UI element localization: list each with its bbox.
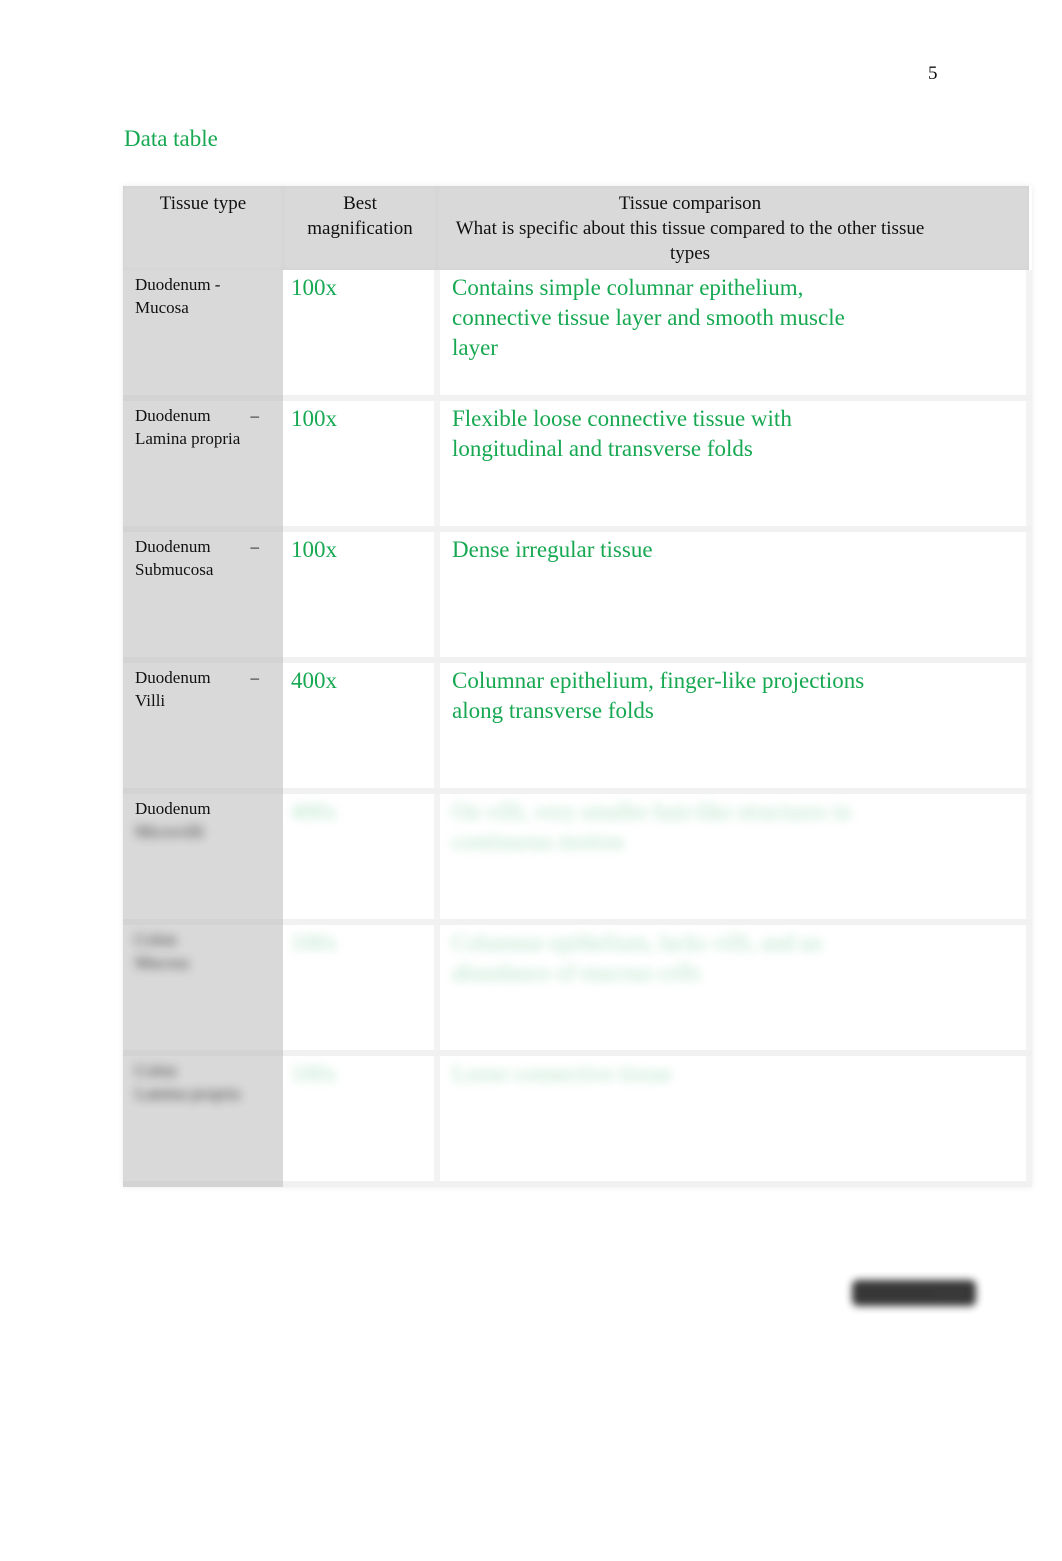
header-tissue-type: Tissue type xyxy=(123,186,283,270)
tissue-type-cell: Colon Lamina propria xyxy=(123,1053,283,1187)
obscured-badge: ········ xyxy=(852,1280,976,1306)
table-header-row: Tissue type Best magnification Tissue co… xyxy=(123,186,1029,270)
tissue-type-dash: – xyxy=(250,406,260,425)
magnification-cell: 100x xyxy=(283,529,440,663)
tissue-type-name: Duodenum xyxy=(135,406,211,425)
magnification-cell: 400x xyxy=(283,791,440,925)
comparison-text: Columnar epithelium, lacks villi, and an… xyxy=(452,930,822,985)
tissue-type-subtype: Villi xyxy=(135,691,166,710)
comparison-cell: Loose connective tissue xyxy=(437,1053,1032,1187)
tissue-type-subtype: Mucosa xyxy=(135,298,189,317)
comparison-cell: Dense irregular tissue xyxy=(437,529,1032,663)
comparison-text: Contains simple columnar epithelium, con… xyxy=(452,275,845,360)
comparison-cell: Contains simple columnar epithelium, con… xyxy=(437,270,1032,401)
magnification-cell: 400x xyxy=(283,660,440,794)
magnification-value: 100x xyxy=(291,537,337,562)
table-row: Duodenum - Mucosa 100x Contains simple colu… xyxy=(123,270,1032,401)
tissue-type-cell: Duodenum – Submucosa xyxy=(123,529,283,663)
comparison-cell: Columnar epithelium, lacks villi, and an… xyxy=(437,922,1032,1056)
tissue-type-line1: Duodenum xyxy=(135,797,273,820)
table-row: Colon Mucosa 100x Columnar epithelium, lack… xyxy=(123,922,1032,1056)
magnification-cell: 100x xyxy=(283,270,440,401)
comparison-cell: On villi, very smaller hair-like structu… xyxy=(437,791,1032,925)
magnification-value: 100x xyxy=(291,1061,337,1086)
tissue-type-cell: Colon Mucosa xyxy=(123,922,283,1056)
tissue-type-line1: Duodenum - xyxy=(135,273,273,296)
tissue-type-subtype: Microvilli xyxy=(135,822,204,841)
obscured-badge-label: ········ xyxy=(934,1286,966,1300)
tissue-type-cell: Duodenum – Villi xyxy=(123,660,283,794)
tissue-type-cell: Duodenum - Mucosa xyxy=(123,270,283,401)
tissue-type-line1: Duodenum – xyxy=(135,404,273,427)
magnification-cell: 100x xyxy=(283,398,440,532)
comparison-text: Columnar epithelium, finger-like project… xyxy=(452,668,865,723)
magnification-value: 100x xyxy=(291,930,337,955)
magnification-value: 100x xyxy=(291,275,337,300)
tissue-type-line1: Colon xyxy=(135,928,273,951)
tissue-type-name: Colon xyxy=(135,930,177,949)
magnification-value: 400x xyxy=(291,799,337,824)
magnification-value: 100x xyxy=(291,406,337,431)
tissue-type-name: Duodenum xyxy=(135,668,211,687)
comparison-text: Dense irregular tissue xyxy=(452,537,653,562)
tissue-type-name: Colon xyxy=(135,1061,177,1080)
tissue-type-name: Duodenum xyxy=(135,537,211,556)
tissue-type-name: Duodenum xyxy=(135,799,211,818)
comparison-cell: Columnar epithelium, finger-like project… xyxy=(437,660,1032,794)
comparison-text: Loose connective tissue xyxy=(452,1061,672,1086)
tissue-type-cell: Duodenum Microvilli xyxy=(123,791,283,925)
tissue-type-line1: Duodenum – xyxy=(135,666,273,689)
table-row: Duodenum Microvilli 400x On villi, very sma… xyxy=(123,791,1032,925)
section-title: Data table xyxy=(124,126,218,151)
header-best-magnification: Best magnification xyxy=(283,186,437,270)
header-tissue-comparison-title: Tissue comparison xyxy=(618,193,762,214)
magnification-cell: 100x xyxy=(283,1053,440,1187)
table-body: Duodenum - Mucosa 100x Contains simple colu… xyxy=(123,270,1032,1187)
tissue-type-subtype: Submucosa xyxy=(135,560,214,579)
tissue-type-subtype: Lamina propria xyxy=(135,429,241,448)
tissue-type-dash: – xyxy=(250,537,260,556)
tissue-type-subtype: Mucosa xyxy=(135,953,189,972)
table-row: Colon Lamina propria 100x Loose connective … xyxy=(123,1053,1032,1187)
magnification-value: 400x xyxy=(291,668,337,693)
tissue-type-line1: Colon xyxy=(135,1059,273,1082)
table-row: Duodenum – Villi 400x Columnar epithelium, f… xyxy=(123,660,1032,794)
tissue-type-cell: Duodenum – Lamina propria xyxy=(123,398,283,532)
tissue-type-dash: – xyxy=(250,668,260,687)
data-table: Tissue type Best magnification Tissue co… xyxy=(123,186,1032,1187)
comparison-text: Flexible loose connective tissue with lo… xyxy=(452,406,792,461)
tissue-type-line1: Duodenum – xyxy=(135,535,273,558)
page-number: 5 xyxy=(928,63,938,84)
tissue-type-subtype: Lamina propria xyxy=(135,1084,241,1103)
comparison-text: On villi, very smaller hair-like structu… xyxy=(452,799,851,854)
header-tissue-comparison-subtitle: What is specific about this tissue compa… xyxy=(455,218,925,264)
table-row: Duodenum – Submucosa 100x Dense irregular ti… xyxy=(123,529,1032,663)
tissue-type-name: Duodenum - xyxy=(135,275,221,294)
comparison-cell: Flexible loose connective tissue with lo… xyxy=(437,398,1032,532)
table-row: Duodenum – Lamina propria 100x Flexible loos… xyxy=(123,398,1032,532)
header-tissue-comparison: Tissue comparison What is specific about… xyxy=(437,186,1029,270)
magnification-cell: 100x xyxy=(283,922,440,1056)
